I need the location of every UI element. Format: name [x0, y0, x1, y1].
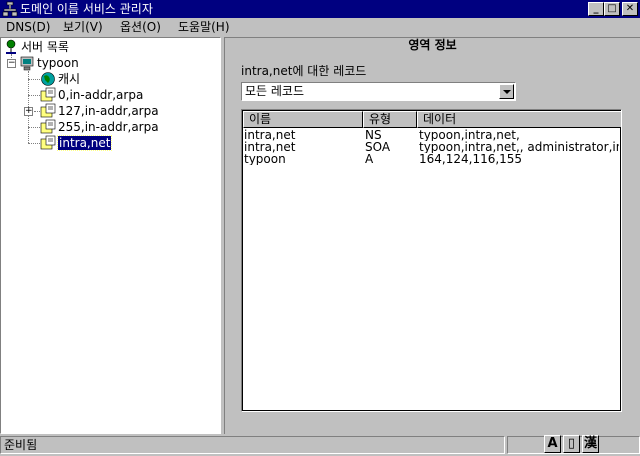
- server-list-icon: [6, 39, 16, 54]
- zone-folder-icon: [40, 135, 56, 150]
- record-name: typoon: [244, 153, 286, 165]
- tree-item-zone-255[interactable]: 255,in-addr,arpa: [40, 119, 210, 135]
- maximize-icon: □: [607, 3, 617, 14]
- minimize-icon: _: [593, 3, 599, 14]
- status-panel: 준비됨: [0, 436, 505, 454]
- record-filter-select[interactable]: 모든 레코드: [241, 82, 516, 101]
- server-icon: [20, 56, 34, 71]
- record-row[interactable]: intra,net NS typoon,intra,net,: [243, 129, 621, 141]
- record-type: A: [365, 153, 374, 165]
- tree-item-server-typoon[interactable]: typoon: [19, 55, 209, 71]
- record-data: typoon,intra,net,, administrator,intra: [419, 141, 619, 153]
- record-type: NS: [365, 129, 382, 141]
- column-header-type[interactable]: 유형: [363, 111, 417, 128]
- zone-folder-icon: [40, 119, 56, 134]
- tree-item-server-list[interactable]: 서버 목록: [3, 39, 203, 55]
- tree-item-label: 255,in-addr,arpa: [58, 120, 159, 134]
- tree-item-zone-127[interactable]: 127,in-addr,arpa: [40, 103, 210, 119]
- record-row[interactable]: typoon A 164,124,116,155: [243, 153, 621, 165]
- minimize-button[interactable]: _: [588, 2, 604, 16]
- menu-bar: DNS(D) 보기(V) 옵션(O) 도움말(H): [0, 18, 640, 37]
- tree-item-zone-0[interactable]: 0,in-addr,arpa: [40, 87, 210, 103]
- status-text: 준비됨: [4, 438, 38, 452]
- cache-globe-icon: [41, 72, 55, 86]
- record-name: intra,net: [244, 129, 296, 141]
- record-name: intra,net: [244, 141, 296, 153]
- menu-view[interactable]: 보기(V): [63, 20, 103, 35]
- menu-options[interactable]: 옵션(O): [120, 20, 161, 35]
- records-list[interactable]: 이름 유형 데이터 intra,net NS typoon,intra,net,…: [241, 109, 622, 412]
- column-header-name[interactable]: 이름: [243, 111, 363, 128]
- title-bar: 도메인 이름 서비스 관리자 _ □ ✕: [0, 0, 640, 18]
- maximize-button[interactable]: □: [604, 2, 620, 16]
- expand-toggle[interactable]: +: [24, 107, 33, 116]
- window-title: 도메인 이름 서비스 관리자: [20, 2, 153, 16]
- section-title: 영역 정보: [408, 38, 457, 52]
- zone-info-panel: 영역 정보 intra,net에 대한 레코드 모든 레코드 이름 유형 데이터…: [224, 37, 640, 434]
- tree-item-zone-intra-net[interactable]: intra,net: [40, 135, 210, 151]
- tree-connector: [28, 127, 40, 128]
- records-list-header: 이름 유형 데이터: [243, 111, 621, 128]
- tree-item-label: 127,in-addr,arpa: [58, 104, 159, 118]
- zone-folder-icon: [40, 103, 56, 118]
- tree-item-label: intra,net: [56, 135, 113, 151]
- column-header-data[interactable]: 데이터: [417, 111, 621, 128]
- chevron-down-icon[interactable]: [499, 84, 514, 99]
- ime-alpha-indicator[interactable]: A: [544, 435, 561, 453]
- tree-item-label: 캐시: [58, 72, 81, 86]
- tree-connector: [28, 95, 40, 96]
- collapse-toggle[interactable]: −: [7, 59, 16, 68]
- tree-item-cache[interactable]: 캐시: [40, 71, 210, 87]
- tree-item-label: typoon: [37, 56, 79, 70]
- status-bar: 준비됨 A ▯ 漢: [0, 434, 640, 456]
- ime-hanja-indicator[interactable]: 漢: [582, 435, 599, 453]
- menu-dns[interactable]: DNS(D): [6, 20, 50, 35]
- record-filter-value: 모든 레코드: [245, 84, 305, 98]
- zone-folder-icon: [40, 87, 56, 102]
- tree-item-label: 서버 목록: [21, 40, 69, 54]
- record-type: SOA: [365, 141, 391, 153]
- menu-help[interactable]: 도움말(H): [178, 20, 230, 35]
- record-data: 164,124,116,155: [419, 153, 523, 165]
- close-icon: ✕: [625, 3, 635, 14]
- tree-item-label: 0,in-addr,arpa: [58, 88, 144, 102]
- tree-connector: [28, 79, 40, 80]
- server-tree[interactable]: 서버 목록 − typoon 캐시 0,in-addr,arpa + 127,i…: [0, 37, 221, 434]
- record-row[interactable]: intra,net SOA typoon,intra,net,, adminis…: [243, 141, 621, 153]
- tree-connector: [28, 143, 40, 144]
- close-button[interactable]: ✕: [622, 2, 638, 16]
- ime-width-indicator[interactable]: ▯: [563, 435, 580, 453]
- records-label: intra,net에 대한 레코드: [241, 64, 367, 78]
- record-data: typoon,intra,net,: [419, 129, 520, 141]
- dns-manager-icon[interactable]: [2, 1, 18, 17]
